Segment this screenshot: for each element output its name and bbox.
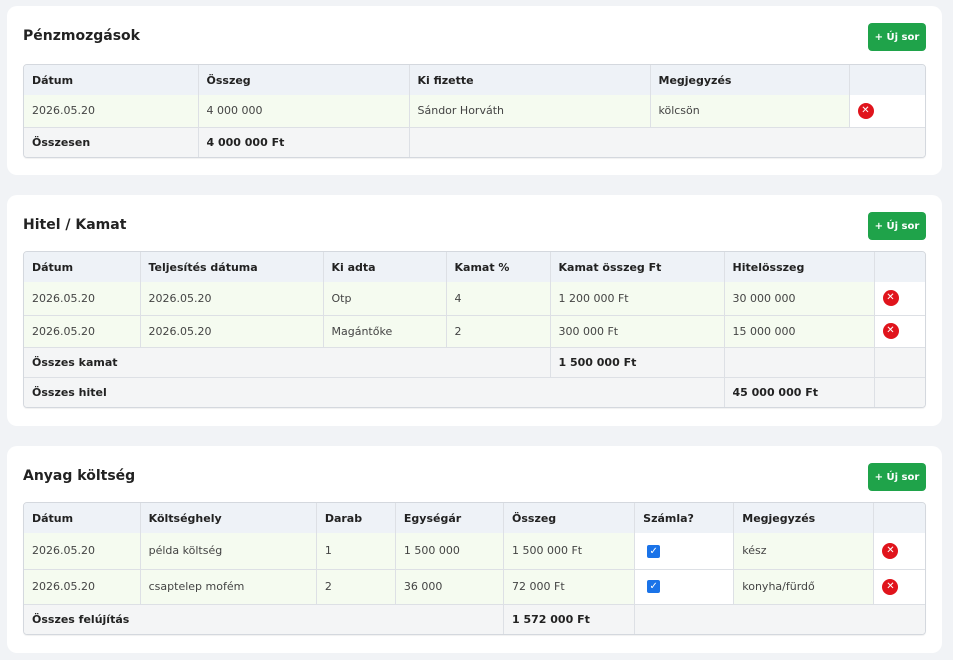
loan-interest-card: Hitel / Kamat + Új sor Dátum Teljesítés …: [7, 195, 942, 426]
amount-cell[interactable]: 1 500 000 Ft: [503, 533, 636, 570]
lender-cell[interactable]: Magántőke: [323, 315, 447, 348]
rate-cell[interactable]: 4: [446, 282, 551, 316]
close-circle-icon[interactable]: ✕: [882, 323, 899, 339]
column-header: Összeg: [198, 65, 410, 95]
total-label: Összes felújítás: [24, 604, 504, 634]
column-header: Ki fizette: [409, 65, 651, 95]
total-loan-value: 45 000 000 Ft: [724, 377, 875, 407]
interest-cell[interactable]: 300 000 Ft: [550, 315, 725, 348]
amount-cell[interactable]: 72 000 Ft: [503, 569, 636, 605]
close-circle-icon[interactable]: ✕: [857, 102, 874, 119]
note-cell[interactable]: kölcsön: [650, 95, 850, 128]
total-loan-label: Összes hitel: [24, 377, 725, 407]
column-header: Dátum: [24, 65, 199, 95]
qty-cell[interactable]: 1: [316, 533, 396, 570]
cash-flow-table: Dátum Összeg Ki fizette Megjegyzés 2026.…: [23, 64, 926, 158]
total-filler: [874, 347, 925, 378]
close-circle-icon[interactable]: ✕: [882, 542, 899, 559]
checkbox-checked-icon[interactable]: ✓: [647, 544, 661, 558]
completion-date-cell[interactable]: 2026.05.20: [140, 315, 324, 348]
unit-price-cell[interactable]: 36 000: [395, 569, 505, 605]
invoice-cell: ✓: [634, 569, 735, 605]
table-row: 2026.05.20 példa költség 1 1 500 000 1 5…: [24, 533, 925, 570]
date-cell[interactable]: 2026.05.20: [24, 569, 141, 605]
column-header: Kamat %: [446, 252, 551, 282]
material-cost-table: Dátum Költséghely Darab Egységár Összeg …: [23, 502, 926, 635]
table-row: 2026.05.20 2026.05.20 Magántőke 2 300 00…: [24, 315, 925, 348]
loan-interest-table: Dátum Teljesítés dátuma Ki adta Kamat % …: [23, 251, 926, 408]
column-header: Dátum: [24, 503, 141, 533]
total-interest-label: Összes kamat: [24, 347, 551, 378]
interest-cell[interactable]: 1 200 000 Ft: [550, 282, 725, 316]
completion-date-cell[interactable]: 2026.05.20: [140, 282, 324, 316]
checkbox-checked-icon[interactable]: ✓: [647, 580, 661, 594]
date-cell[interactable]: 2026.05.20: [24, 315, 141, 348]
column-header: Kamat összeg Ft: [550, 252, 725, 282]
column-header: Megjegyzés: [650, 65, 850, 95]
column-header: Számla?: [634, 503, 735, 533]
cost-center-cell[interactable]: csaptelep mofém: [140, 569, 317, 605]
loan-interest-title: Hitel / Kamat: [23, 217, 127, 233]
total-value: 1 572 000 Ft: [503, 604, 636, 634]
column-header: Dátum: [24, 252, 141, 282]
total-interest-row: Összes kamat 1 500 000 Ft: [24, 347, 925, 378]
column-header: Egységár: [395, 503, 505, 533]
date-cell[interactable]: 2026.05.20: [24, 282, 141, 316]
total-loan-row: Összes hitel 45 000 000 Ft: [24, 377, 925, 407]
table-row: 2026.05.20 csaptelep mofém 2 36 000 72 0…: [24, 569, 925, 605]
note-cell[interactable]: konyha/fürdő: [733, 569, 875, 605]
delete-cell: ✕: [873, 533, 925, 570]
table-header-row: Dátum Összeg Ki fizette Megjegyzés: [24, 65, 925, 95]
cash-flow-card: Pénzmozgások + Új sor Dátum Összeg Ki fi…: [7, 6, 942, 175]
close-circle-icon[interactable]: ✕: [882, 290, 899, 307]
delete-cell: ✕: [849, 95, 925, 128]
column-header: Ki adta: [323, 252, 447, 282]
total-filler: [634, 604, 925, 634]
table-row: 2026.05.20 4 000 000 Sándor Horváth kölc…: [24, 95, 925, 128]
date-cell[interactable]: 2026.05.20: [24, 95, 199, 128]
column-header-actions: [849, 65, 925, 95]
loan-add-row-button[interactable]: + Új sor: [868, 212, 926, 240]
column-header: Darab: [316, 503, 396, 533]
total-interest-value: 1 500 000 Ft: [550, 347, 725, 378]
loan-cell[interactable]: 30 000 000: [724, 282, 875, 316]
amount-cell[interactable]: 4 000 000: [198, 95, 410, 128]
note-cell[interactable]: kész: [733, 533, 875, 570]
payer-cell[interactable]: Sándor Horváth: [409, 95, 651, 128]
cash-flow-add-row-button[interactable]: + Új sor: [868, 23, 926, 51]
loan-cell[interactable]: 15 000 000: [724, 315, 875, 348]
total-value: 4 000 000 Ft: [198, 127, 410, 157]
material-cost-card: Anyag költség + Új sor Dátum Költséghely…: [7, 446, 942, 653]
table-header-row: Dátum Teljesítés dátuma Ki adta Kamat % …: [24, 252, 925, 282]
total-filler: [409, 127, 925, 157]
column-header: Teljesítés dátuma: [140, 252, 324, 282]
table-header-row: Dátum Költséghely Darab Egységár Összeg …: [24, 503, 925, 533]
material-add-row-button[interactable]: + Új sor: [868, 463, 926, 491]
table-row: 2026.05.20 2026.05.20 Otp 4 1 200 000 Ft…: [24, 282, 925, 316]
material-cost-title: Anyag költség: [23, 468, 136, 484]
lender-cell[interactable]: Otp: [323, 282, 447, 316]
total-filler: [724, 347, 875, 378]
column-header: Hitelösszeg: [724, 252, 875, 282]
delete-cell: ✕: [874, 282, 925, 316]
column-header-actions: [873, 503, 925, 533]
qty-cell[interactable]: 2: [316, 569, 396, 605]
total-label: Összesen: [24, 127, 199, 157]
cash-flow-title: Pénzmozgások: [23, 28, 140, 44]
total-row: Összesen 4 000 000 Ft: [24, 127, 925, 157]
invoice-cell: ✓: [634, 533, 735, 570]
total-filler: [874, 377, 925, 407]
rate-cell[interactable]: 2: [446, 315, 551, 348]
column-header: Összeg: [503, 503, 636, 533]
cost-center-cell[interactable]: példa költség: [140, 533, 317, 570]
column-header: Megjegyzés: [733, 503, 875, 533]
date-cell[interactable]: 2026.05.20: [24, 533, 141, 570]
column-header-actions: [874, 252, 925, 282]
delete-cell: ✕: [873, 569, 925, 605]
delete-cell: ✕: [874, 315, 925, 348]
close-circle-icon[interactable]: ✕: [882, 578, 899, 595]
column-header: Költséghely: [140, 503, 317, 533]
total-row: Összes felújítás 1 572 000 Ft: [24, 604, 925, 634]
unit-price-cell[interactable]: 1 500 000: [395, 533, 505, 570]
